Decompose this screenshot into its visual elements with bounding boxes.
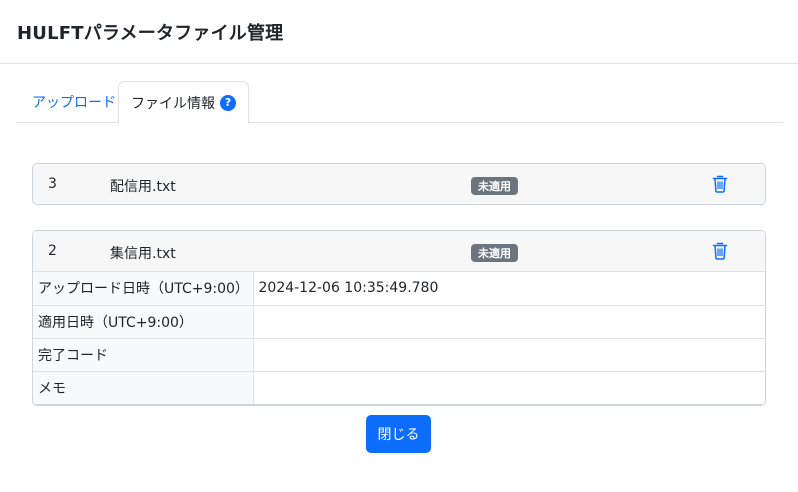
file-name: 集信用.txt bbox=[110, 246, 176, 262]
detail-value: 2024-12-06 10:35:49.780 bbox=[253, 272, 765, 306]
table-row: メモ bbox=[33, 371, 765, 405]
detail-label: 完了コード bbox=[33, 338, 254, 372]
trash-icon[interactable] bbox=[712, 175, 728, 193]
tab-upload-label: アップロード bbox=[32, 95, 116, 111]
file-detail-table: アップロード日時（UTC+9:00） 2024-12-06 10:35:49.7… bbox=[33, 272, 765, 405]
detail-label: アップロード日時（UTC+9:00） bbox=[33, 272, 254, 306]
close-button[interactable]: 閉じる bbox=[366, 415, 431, 453]
question-circle-icon[interactable]: ? bbox=[220, 94, 236, 111]
detail-value bbox=[253, 305, 765, 339]
detail-label: メモ bbox=[33, 371, 254, 405]
file-management-modal: HULFTパラメータファイル管理 アップロード ファイル情報 ? 3 配信用.t… bbox=[0, 0, 798, 492]
status-badge: 未適用 bbox=[471, 177, 518, 195]
file-card-header[interactable]: 2 集信用.txt 未適用 bbox=[33, 231, 765, 272]
tab-upload[interactable]: アップロード bbox=[16, 81, 132, 123]
modal-title: HULFTパラメータファイル管理 bbox=[17, 22, 284, 44]
file-card: 3 配信用.txt 未適用 bbox=[32, 163, 766, 205]
tab-file-info[interactable]: ファイル情報 ? bbox=[118, 81, 249, 124]
tab-bar: アップロード ファイル情報 ? bbox=[16, 81, 783, 124]
tab-file-info-label: ファイル情報 bbox=[131, 95, 215, 112]
file-card: 2 集信用.txt 未適用 アップロード日時（UTC+9:00） 2024-12… bbox=[32, 230, 766, 406]
table-row: アップロード日時（UTC+9:00） 2024-12-06 10:35:49.7… bbox=[33, 272, 765, 306]
detail-value bbox=[253, 338, 765, 372]
detail-label: 適用日時（UTC+9:00） bbox=[33, 305, 254, 339]
table-row: 完了コード bbox=[33, 338, 765, 372]
modal-header: HULFTパラメータファイル管理 bbox=[0, 0, 798, 64]
status-badge: 未適用 bbox=[471, 244, 518, 262]
file-number: 2 bbox=[48, 243, 57, 259]
file-name: 配信用.txt bbox=[110, 179, 176, 195]
trash-icon[interactable] bbox=[712, 242, 728, 260]
file-number: 3 bbox=[48, 176, 57, 192]
file-card-header[interactable]: 3 配信用.txt 未適用 bbox=[33, 164, 765, 204]
table-row: 適用日時（UTC+9:00） bbox=[33, 305, 765, 339]
detail-value bbox=[253, 371, 765, 405]
